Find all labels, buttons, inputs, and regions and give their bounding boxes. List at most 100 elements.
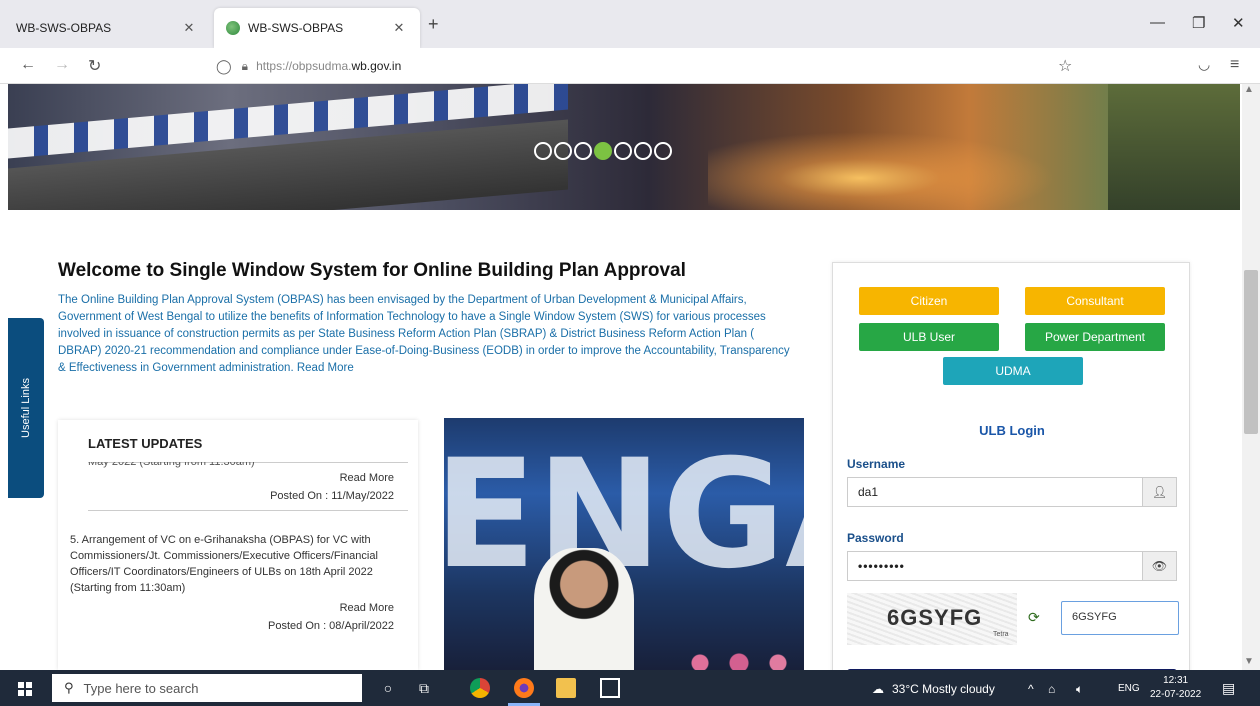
address-bar[interactable]: ◯ 🔒︎ https://obpsudma. wb.gov.in	[216, 54, 1088, 78]
password-label: Password	[847, 531, 904, 545]
captcha-image: 6GSYFG Tetra	[847, 593, 1017, 645]
scroll-down-icon[interactable]: ▼	[1244, 656, 1254, 667]
bookmark-star-icon[interactable]: ☆	[1058, 56, 1072, 76]
site-favicon-icon	[226, 21, 240, 35]
banner-greenery	[1108, 84, 1240, 210]
photo-flowers	[674, 648, 804, 670]
useful-links-label: Useful Links	[20, 378, 33, 438]
lock-icon[interactable]: 🔒︎	[242, 59, 248, 74]
power-department-button[interactable]: Power Department	[1025, 323, 1165, 351]
weather-icon[interactable]: ☁	[872, 682, 884, 696]
notifications-icon[interactable]: ▤	[1222, 680, 1235, 697]
featured-photo: ENGA	[444, 418, 804, 670]
carousel-dot-1[interactable]	[534, 142, 552, 160]
photo-person	[534, 548, 634, 670]
show-password-eye-icon[interactable]: 👁︎	[1142, 552, 1176, 580]
tab-2[interactable]: WB-SWS-OBPAS ✕	[214, 8, 420, 48]
taskbar-search-placeholder: Type here to search	[83, 680, 199, 696]
refresh-captcha-icon[interactable]: ⟳	[1028, 609, 1040, 626]
update-item-4-text: May 2022 (Starting from 11:30am)	[88, 462, 255, 468]
carousel-dot-4[interactable]	[594, 142, 612, 160]
tab-2-title: WB-SWS-OBPAS	[248, 21, 344, 35]
web-page: ▲ ▼ Useful Links Welcome to Single Windo…	[0, 84, 1260, 670]
welcome-text: The Online Building Plan Approval System…	[58, 292, 798, 377]
url-prefix: https://obpsudma.	[256, 59, 352, 73]
latest-updates-heading: LATEST UPDATES	[88, 436, 203, 451]
windows-start-icon[interactable]	[18, 682, 32, 696]
system-clock[interactable]: 12:31 22-07-2022	[1150, 674, 1201, 702]
tab-bar: WB-SWS-OBPAS ✕ WB-SWS-OBPAS ✕ + — ❐ ✕	[0, 0, 1260, 48]
language-indicator[interactable]: ENG	[1118, 683, 1140, 694]
clock-date: 22-07-2022	[1150, 689, 1202, 700]
chrome-icon[interactable]	[470, 678, 490, 698]
udma-button[interactable]: UDMA	[943, 357, 1083, 385]
carousel-dot-7[interactable]	[654, 142, 672, 160]
network-icon[interactable]: ⌂	[1048, 682, 1055, 696]
update-item-4-posted: Posted On : 11/May/2022	[270, 490, 394, 502]
password-field[interactable]: ••••••••• 👁︎	[847, 551, 1177, 581]
carousel-dot-3[interactable]	[574, 142, 592, 160]
menu-icon[interactable]: ≡	[1230, 56, 1239, 74]
username-label: Username	[847, 457, 906, 471]
update-item-4-read-more[interactable]: Read More	[340, 470, 394, 486]
page-scrollbar-thumb[interactable]	[1244, 270, 1258, 434]
reload-icon[interactable]: ↻	[88, 56, 101, 76]
welcome-body: The Online Building Plan Approval System…	[58, 294, 790, 374]
update-item-5-text: 5. Arrangement of VC on e-Grihanaksha (O…	[70, 534, 378, 594]
taskbar-search-box[interactable]: ⚲ Type here to search	[52, 674, 362, 702]
tab-2-close-icon[interactable]: ✕	[390, 20, 408, 36]
scroll-up-icon[interactable]: ▲	[1244, 84, 1254, 95]
photos-icon[interactable]	[600, 678, 620, 698]
nav-bar: ← → ↻ ◯ 🔒︎ https://obpsudma. wb.gov.in ☆ …	[0, 48, 1260, 84]
tab-1-title: WB-SWS-OBPAS	[16, 21, 112, 35]
welcome-title: Welcome to Single Window System for Onli…	[58, 260, 686, 281]
minimize-icon[interactable]: —	[1150, 14, 1165, 31]
browser-window: WB-SWS-OBPAS ✕ WB-SWS-OBPAS ✕ + — ❐ ✕ ← …	[0, 0, 1260, 706]
windows-taskbar: ⚲ Type here to search ○ ⧉ ☁ 33°C Mostly …	[0, 670, 1260, 706]
login-title: ULB Login	[979, 423, 1045, 438]
captcha-brand: Tetra	[993, 631, 1009, 638]
update-item-5-posted: Posted On : 08/April/2022	[268, 620, 394, 632]
tracking-shield-icon[interactable]: ◯	[216, 58, 232, 75]
tab-1[interactable]: WB-SWS-OBPAS ✕	[4, 8, 210, 48]
user-icon: 👤︎	[1142, 478, 1176, 506]
useful-links-tab[interactable]: Useful Links	[8, 318, 44, 498]
latest-updates-list[interactable]: May 2022 (Starting from 11:30am) Read Mo…	[68, 462, 408, 670]
firefox-icon[interactable]	[514, 678, 534, 698]
banner-lights	[708, 124, 1088, 210]
latest-updates-panel: LATEST UPDATES May 2022 (Starting from 1…	[58, 420, 418, 670]
window-close-icon[interactable]: ✕	[1232, 14, 1245, 32]
carousel-dot-6[interactable]	[634, 142, 652, 160]
weather-text[interactable]: 33°C Mostly cloudy	[892, 682, 995, 696]
url-domain: wb.gov.in	[351, 59, 402, 73]
captcha-input[interactable]: 6GSYFG	[1061, 601, 1179, 635]
hero-banner	[8, 84, 1240, 210]
pocket-icon[interactable]: ◡	[1198, 56, 1210, 73]
consultant-button[interactable]: Consultant	[1025, 287, 1165, 315]
tray-chevron-up-icon[interactable]: ^	[1028, 682, 1034, 696]
login-panel: Citizen Consultant ULB User Power Depart…	[832, 262, 1190, 670]
citizen-button[interactable]: Citizen	[859, 287, 999, 315]
file-explorer-icon[interactable]	[556, 678, 576, 698]
ulb-user-button[interactable]: ULB User	[859, 323, 999, 351]
task-view-icon[interactable]: ⧉	[414, 678, 434, 698]
carousel-dot-5[interactable]	[614, 142, 632, 160]
tab-1-close-icon[interactable]: ✕	[180, 20, 198, 36]
update-item-5-read-more[interactable]: Read More	[340, 600, 394, 616]
carousel-indicators	[534, 142, 672, 160]
update-divider	[88, 510, 408, 511]
forward-arrow-icon[interactable]: →	[54, 56, 70, 74]
restore-icon[interactable]: ❐	[1192, 14, 1205, 32]
volume-icon[interactable]: 🔈︎	[1076, 682, 1083, 697]
cortana-icon[interactable]: ○	[378, 678, 398, 698]
carousel-dot-2[interactable]	[554, 142, 572, 160]
clock-time: 12:31	[1163, 675, 1189, 686]
captcha-text: 6GSYFG	[887, 605, 983, 630]
password-value[interactable]: •••••••••	[848, 552, 1142, 580]
new-tab-plus-icon[interactable]: +	[428, 14, 439, 35]
welcome-read-more-link[interactable]: Read More	[297, 362, 354, 374]
back-arrow-icon[interactable]: ←	[20, 56, 36, 74]
username-value[interactable]: da1	[848, 478, 1142, 506]
username-field[interactable]: da1 👤︎	[847, 477, 1177, 507]
search-icon: ⚲	[64, 680, 74, 695]
